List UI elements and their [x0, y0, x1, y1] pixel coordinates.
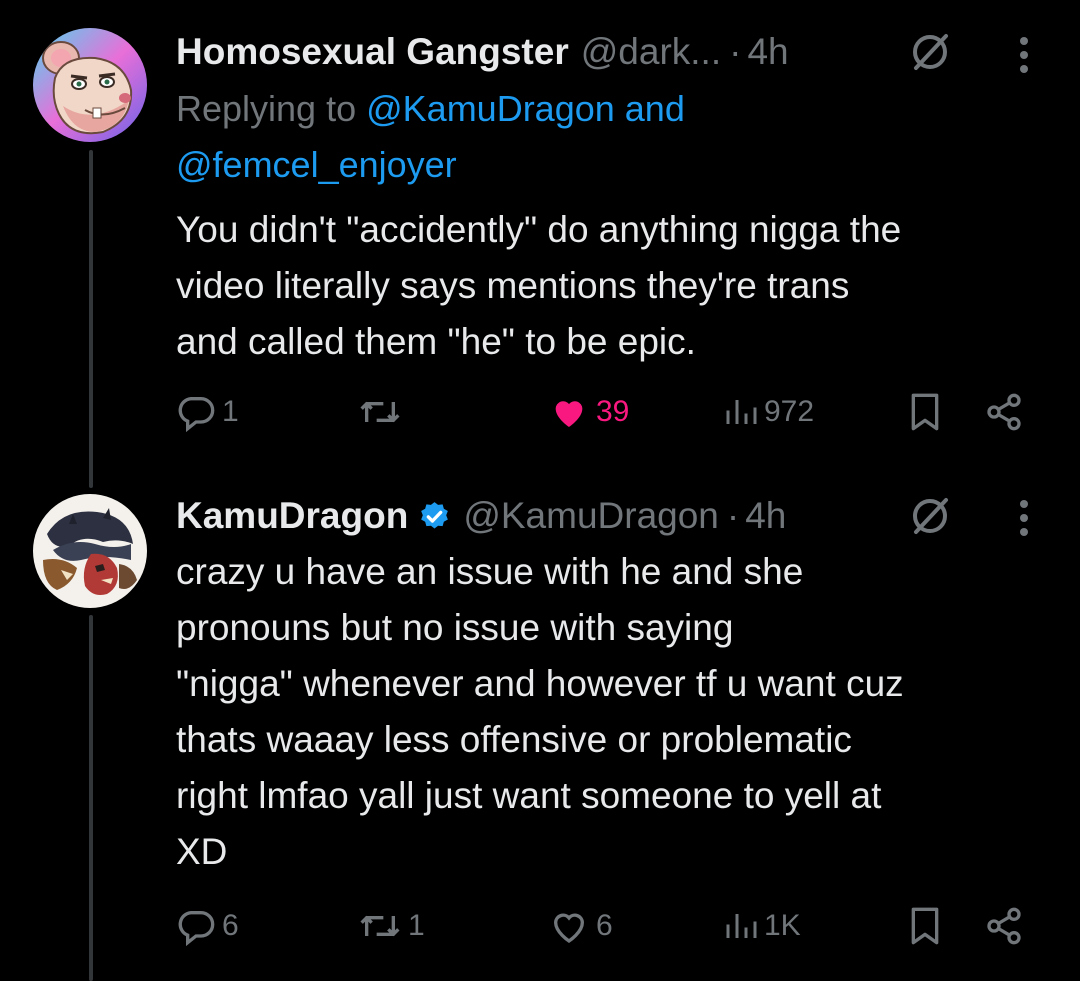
- view-count: 1K: [764, 909, 801, 942]
- views-button[interactable]: 972: [722, 392, 814, 432]
- avatar[interactable]: [33, 28, 147, 142]
- heart-outline-icon: [553, 913, 585, 943]
- like-button[interactable]: 6: [548, 906, 613, 946]
- grok-slash-icon[interactable]: [906, 492, 954, 540]
- reply-count: 6: [222, 909, 239, 942]
- heart-filled-icon: [555, 401, 583, 427]
- timestamp[interactable]: 4h: [747, 31, 788, 73]
- tweet-header: Homosexual Gangster @dark... · 4h: [176, 26, 789, 78]
- like-count: 39: [596, 395, 630, 428]
- user-handle[interactable]: @KamuDragon: [463, 495, 719, 537]
- tweet-text: crazy u have an issue with he and she pr…: [176, 551, 904, 872]
- reply-icon: [178, 397, 215, 432]
- repost-icon: [360, 402, 400, 422]
- tweet[interactable]: KamuDragon @KamuDragon · 4h crazy u have…: [0, 470, 1080, 981]
- verified-badge-icon[interactable]: [418, 500, 451, 533]
- like-button[interactable]: 39: [548, 392, 629, 432]
- views-chart-icon: [726, 914, 757, 938]
- separator-dot: ·: [726, 495, 740, 536]
- rat-character-avatar-icon: [33, 28, 147, 142]
- grok-slash-icon[interactable]: [906, 28, 954, 76]
- views-chart-icon: [726, 400, 757, 424]
- share-button[interactable]: [984, 392, 1024, 432]
- action-bar: 6 1 6 1K: [0, 906, 1080, 956]
- reply-button[interactable]: 6: [176, 906, 239, 946]
- avatar[interactable]: [33, 494, 147, 608]
- replying-to-label: Replying to: [176, 88, 367, 129]
- like-count: 6: [596, 909, 613, 942]
- action-bar: 1 39 972: [0, 392, 1080, 442]
- more-options-icon[interactable]: [1017, 498, 1031, 538]
- bookmark-icon: [911, 393, 939, 431]
- bookmark-icon: [911, 907, 939, 945]
- view-count: 972: [764, 395, 815, 428]
- views-button[interactable]: 1K: [722, 906, 801, 946]
- separator-dot: ·: [729, 31, 742, 72]
- share-icon: [987, 393, 1021, 431]
- mention-link[interactable]: @femcel_enjoyer: [176, 144, 457, 185]
- user-handle[interactable]: @dark...: [581, 31, 721, 73]
- tweet-header: KamuDragon @KamuDragon · 4h: [176, 490, 786, 542]
- more-options-icon[interactable]: [1017, 35, 1031, 75]
- reply-count: 1: [222, 395, 239, 428]
- mention-join: and: [614, 88, 685, 129]
- bookmark-button[interactable]: [908, 906, 942, 946]
- share-button[interactable]: [984, 906, 1024, 946]
- mention-link[interactable]: @KamuDragon: [366, 88, 615, 129]
- display-name[interactable]: Homosexual Gangster: [176, 31, 569, 73]
- repost-count: 1: [408, 909, 425, 942]
- repost-button[interactable]: [358, 392, 408, 432]
- display-name[interactable]: KamuDragon: [176, 495, 408, 537]
- repost-icon: [360, 916, 400, 936]
- timestamp[interactable]: 4h: [745, 495, 786, 537]
- replying-to: Replying to @KamuDragon and @femcel_enjo…: [176, 81, 685, 193]
- tweet-text: You didn't "accidently" do anything nigg…: [176, 209, 902, 362]
- reply-button[interactable]: 1: [176, 392, 239, 432]
- reply-icon: [178, 911, 215, 946]
- tweet[interactable]: Homosexual Gangster @dark... · 4h Replyi…: [0, 0, 1080, 470]
- bookmark-button[interactable]: [908, 392, 942, 432]
- repost-button[interactable]: 1: [358, 906, 425, 946]
- dragon-character-avatar-icon: [33, 494, 147, 608]
- share-icon: [987, 907, 1021, 945]
